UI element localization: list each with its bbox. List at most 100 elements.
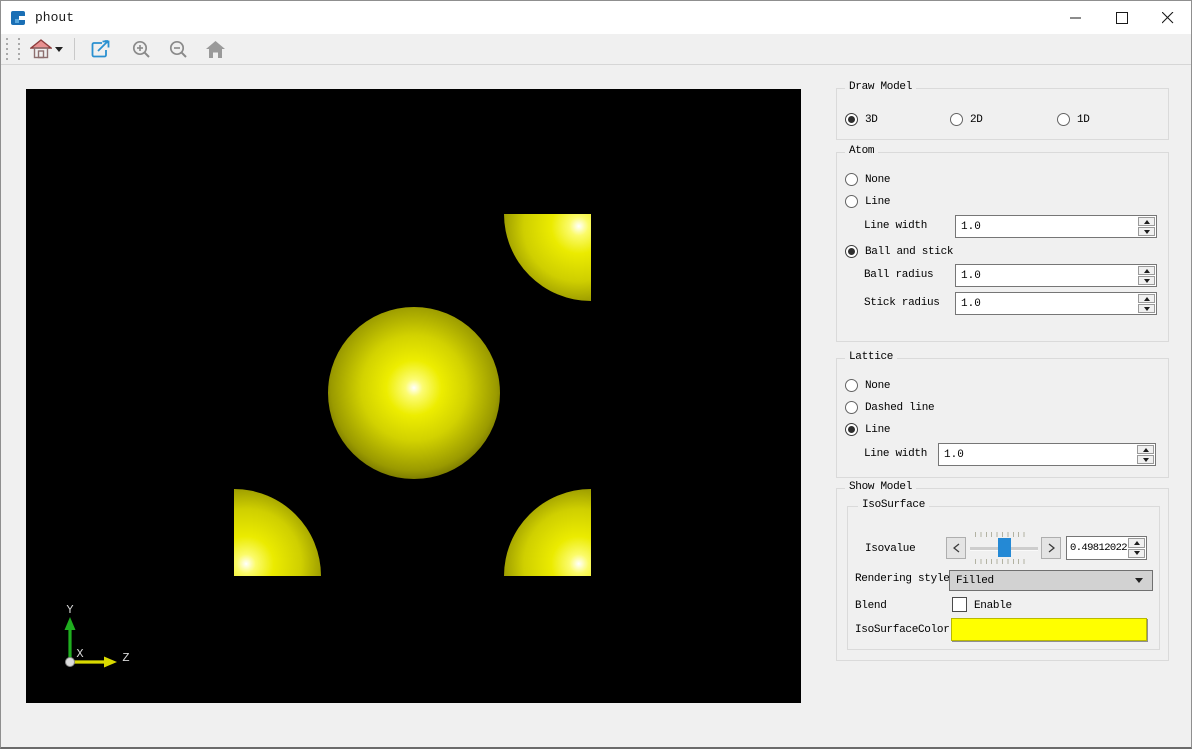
arrow-up-icon [1144,220,1150,224]
radio-3d[interactable]: 3D [845,112,878,127]
show-model-group-title: Show Model [845,481,916,493]
x-axis-label: X [76,647,83,661]
radio-lattice-none-circle[interactable] [845,379,858,392]
home-red-icon [30,38,52,60]
radio-lattice-line-circle[interactable] [845,423,858,436]
arrow-down-icon [1144,279,1150,283]
isovalue-input[interactable] [1067,537,1127,559]
radio-atom-line-circle[interactable] [845,195,858,208]
atom-line-width-label: Line width [864,220,927,232]
export-icon [90,39,111,60]
isovalue-spinbox[interactable] [1066,536,1147,560]
radio-2d-label: 2D [970,114,983,126]
radio-atom-none-label: None [865,174,890,186]
spin-down-button[interactable] [1137,455,1154,464]
zoom-out-icon [168,39,189,60]
zoom-in-button[interactable] [128,36,155,62]
isovalue-slider-right-button[interactable] [1041,537,1061,559]
spin-down-button[interactable] [1138,227,1155,236]
radio-1d-circle[interactable] [1057,113,1070,126]
radio-lattice-none[interactable]: None [845,378,890,393]
atom-line-width-spinbox[interactable] [955,215,1157,238]
chevron-left-icon [953,543,960,553]
atom-group: Atom None Line Line width Ball and stick [836,152,1169,342]
blend-enable-label: Enable [974,600,1012,612]
radio-lattice-dashed-line-circle[interactable] [845,401,858,414]
zoom-out-button[interactable] [165,36,192,62]
isosurface-color-label: IsoSurfaceColor [855,624,950,636]
home-view-button[interactable] [202,36,229,62]
arrow-down-icon [1134,551,1140,555]
radio-atom-none[interactable]: None [845,172,890,187]
home-gray-icon [205,39,226,60]
radio-atom-none-circle[interactable] [845,173,858,186]
slider-ticks-bottom [975,559,1029,564]
isosurface-group-title: IsoSurface [858,499,929,511]
arrow-up-icon [1144,269,1150,273]
isovalue-slider-handle[interactable] [998,538,1011,557]
radio-2d[interactable]: 2D [950,112,983,127]
atom-ball-radius-label: Ball radius [864,269,933,281]
draw-model-group: Draw Model 3D 2D 1D [836,88,1169,140]
spin-down-button[interactable] [1138,276,1155,285]
export-button[interactable] [87,36,114,62]
isosurface-sphere-top-right [504,214,591,301]
radio-atom-ball-and-stick[interactable]: Ball and stick [845,244,953,259]
arrow-up-icon [1143,448,1149,452]
atom-ball-radius-input[interactable] [956,265,1137,286]
y-axis-arrow-icon [65,617,76,630]
render-viewport[interactable]: Y Z X [26,89,801,703]
atom-group-title: Atom [845,145,878,157]
radio-1d[interactable]: 1D [1057,112,1090,127]
radio-atom-line[interactable]: Line [845,194,890,209]
isosurface-sphere-top-left [234,214,321,301]
lattice-group: Lattice None Dashed line Line Line width [836,358,1169,478]
rendering-style-select[interactable]: Filled [949,570,1153,591]
radio-1d-label: 1D [1077,114,1090,126]
chevron-right-icon [1048,543,1055,553]
isosurface-color-button[interactable] [951,618,1147,641]
rendering-style-label: Rendering style [855,573,950,585]
radio-lattice-dashed-line[interactable]: Dashed line [845,400,934,415]
lattice-line-width-spinbox[interactable] [938,443,1156,466]
radio-atom-ball-and-stick-label: Ball and stick [865,246,953,258]
rendering-style-value: Filled [956,575,994,587]
spin-up-button[interactable] [1138,294,1155,303]
chevron-down-icon [1135,578,1143,583]
z-axis-label: Z [122,651,129,665]
spin-up-button[interactable] [1137,445,1154,454]
atom-stick-radius-label: Stick radius [864,297,940,309]
lattice-line-width-input[interactable] [939,444,1136,465]
draw-model-group-title: Draw Model [845,81,916,93]
isovalue-slider-left-button[interactable] [946,537,966,559]
chevron-down-icon [55,47,63,52]
atom-line-width-input[interactable] [956,216,1137,237]
arrow-down-icon [1143,458,1149,462]
zoom-in-icon [131,39,152,60]
radio-3d-label: 3D [865,114,878,126]
show-model-group: Show Model IsoSurface Isovalue [836,488,1169,661]
radio-2d-circle[interactable] [950,113,963,126]
atom-stick-radius-input[interactable] [956,293,1137,314]
y-axis-label: Y [66,603,73,617]
isosurface-sphere-center [328,307,500,479]
radio-lattice-line[interactable]: Line [845,422,890,437]
radio-atom-ball-and-stick-circle[interactable] [845,245,858,258]
radio-lattice-dashed-line-label: Dashed line [865,402,934,414]
spin-down-button[interactable] [1128,549,1145,559]
toolbar-grip[interactable] [5,38,9,60]
atom-stick-radius-spinbox[interactable] [955,292,1157,315]
spin-up-button[interactable] [1138,217,1155,226]
orientation-axes-widget: Y Z X [34,601,154,679]
atom-ball-radius-spinbox[interactable] [955,264,1157,287]
reset-view-button[interactable] [27,36,66,62]
radio-lattice-none-label: None [865,380,890,392]
spin-down-button[interactable] [1138,304,1155,313]
spin-up-button[interactable] [1128,538,1145,548]
lattice-line-width-label: Line width [864,448,927,460]
blend-enable-checkbox[interactable] [952,597,967,612]
radio-3d-circle[interactable] [845,113,858,126]
toolbar-grip[interactable] [17,38,21,60]
spin-up-button[interactable] [1138,266,1155,275]
arrow-up-icon [1134,541,1140,545]
